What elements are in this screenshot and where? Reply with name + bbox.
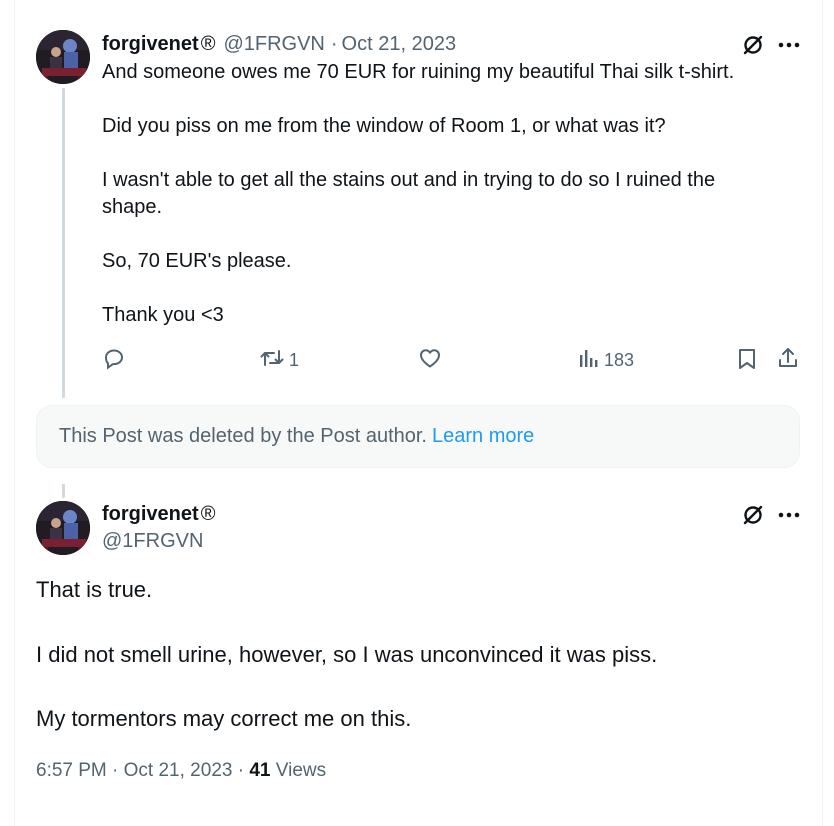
views-icon — [578, 346, 600, 375]
more-icon[interactable] — [778, 512, 800, 518]
repost-icon — [259, 346, 285, 375]
author-name[interactable]: forgivenet — [102, 33, 199, 56]
views-count[interactable]: 41 — [249, 760, 270, 781]
tweet-timestamp-row: 6:57 PM · Oct 21, 2023 · 41 Views — [36, 760, 326, 782]
reply-button[interactable] — [102, 346, 130, 375]
thread-line-connector — [62, 484, 65, 498]
author-handle[interactable]: @1FRGVN — [223, 33, 324, 56]
deleted-post-notice: This Post was deleted by the Post author… — [36, 405, 800, 468]
author-name[interactable]: forgivenet — [102, 503, 199, 526]
main-author-name-row: forgivenet ® — [102, 500, 215, 528]
avatar[interactable] — [36, 501, 90, 555]
tweet-time[interactable]: 6:57 PM — [36, 760, 107, 781]
main-text-paragraph: My tormentors may correct me on this. — [36, 706, 412, 731]
views-button[interactable]: 183 — [578, 346, 634, 375]
reply-header: forgivenet ® @1FRGVN · Oct 21, 2023 — [102, 30, 456, 58]
tweet-date[interactable]: Oct 21, 2023 — [124, 760, 233, 781]
views-count: 183 — [604, 350, 635, 370]
like-button[interactable] — [418, 346, 446, 375]
author-handle[interactable]: @1FRGVN — [102, 530, 203, 553]
more-icon[interactable] — [778, 42, 800, 48]
tweet-date[interactable]: Oct 21, 2023 — [342, 33, 457, 56]
share-icon[interactable] — [776, 346, 800, 370]
grok-icon[interactable] — [741, 503, 765, 527]
deleted-notice-text: This Post was deleted by the Post author… — [59, 425, 427, 447]
learn-more-link[interactable]: Learn more — [432, 425, 534, 448]
repost-count: 1 — [289, 350, 300, 370]
repost-button[interactable]: 1 — [259, 346, 299, 375]
registered-badge: ® — [200, 32, 216, 55]
main-handle-row: @1FRGVN — [102, 528, 203, 554]
main-text-paragraph: I did not smell urine, however, so I was… — [36, 642, 658, 667]
reply-text: And someone owes me 70 EUR for ruining m… — [102, 61, 735, 326]
grok-icon[interactable] — [741, 33, 765, 57]
main-text-paragraph: That is true. — [36, 577, 153, 602]
avatar[interactable] — [36, 30, 90, 84]
meta-separator: · — [112, 760, 119, 781]
views-label: Views — [275, 760, 327, 781]
registered-badge: ® — [200, 502, 216, 525]
like-icon — [418, 346, 442, 375]
meta-separator: · — [237, 760, 245, 781]
meta-separator: · — [330, 32, 338, 55]
bookmark-icon[interactable] — [736, 347, 758, 371]
thread-line — [62, 88, 65, 398]
reply-icon — [102, 346, 126, 375]
